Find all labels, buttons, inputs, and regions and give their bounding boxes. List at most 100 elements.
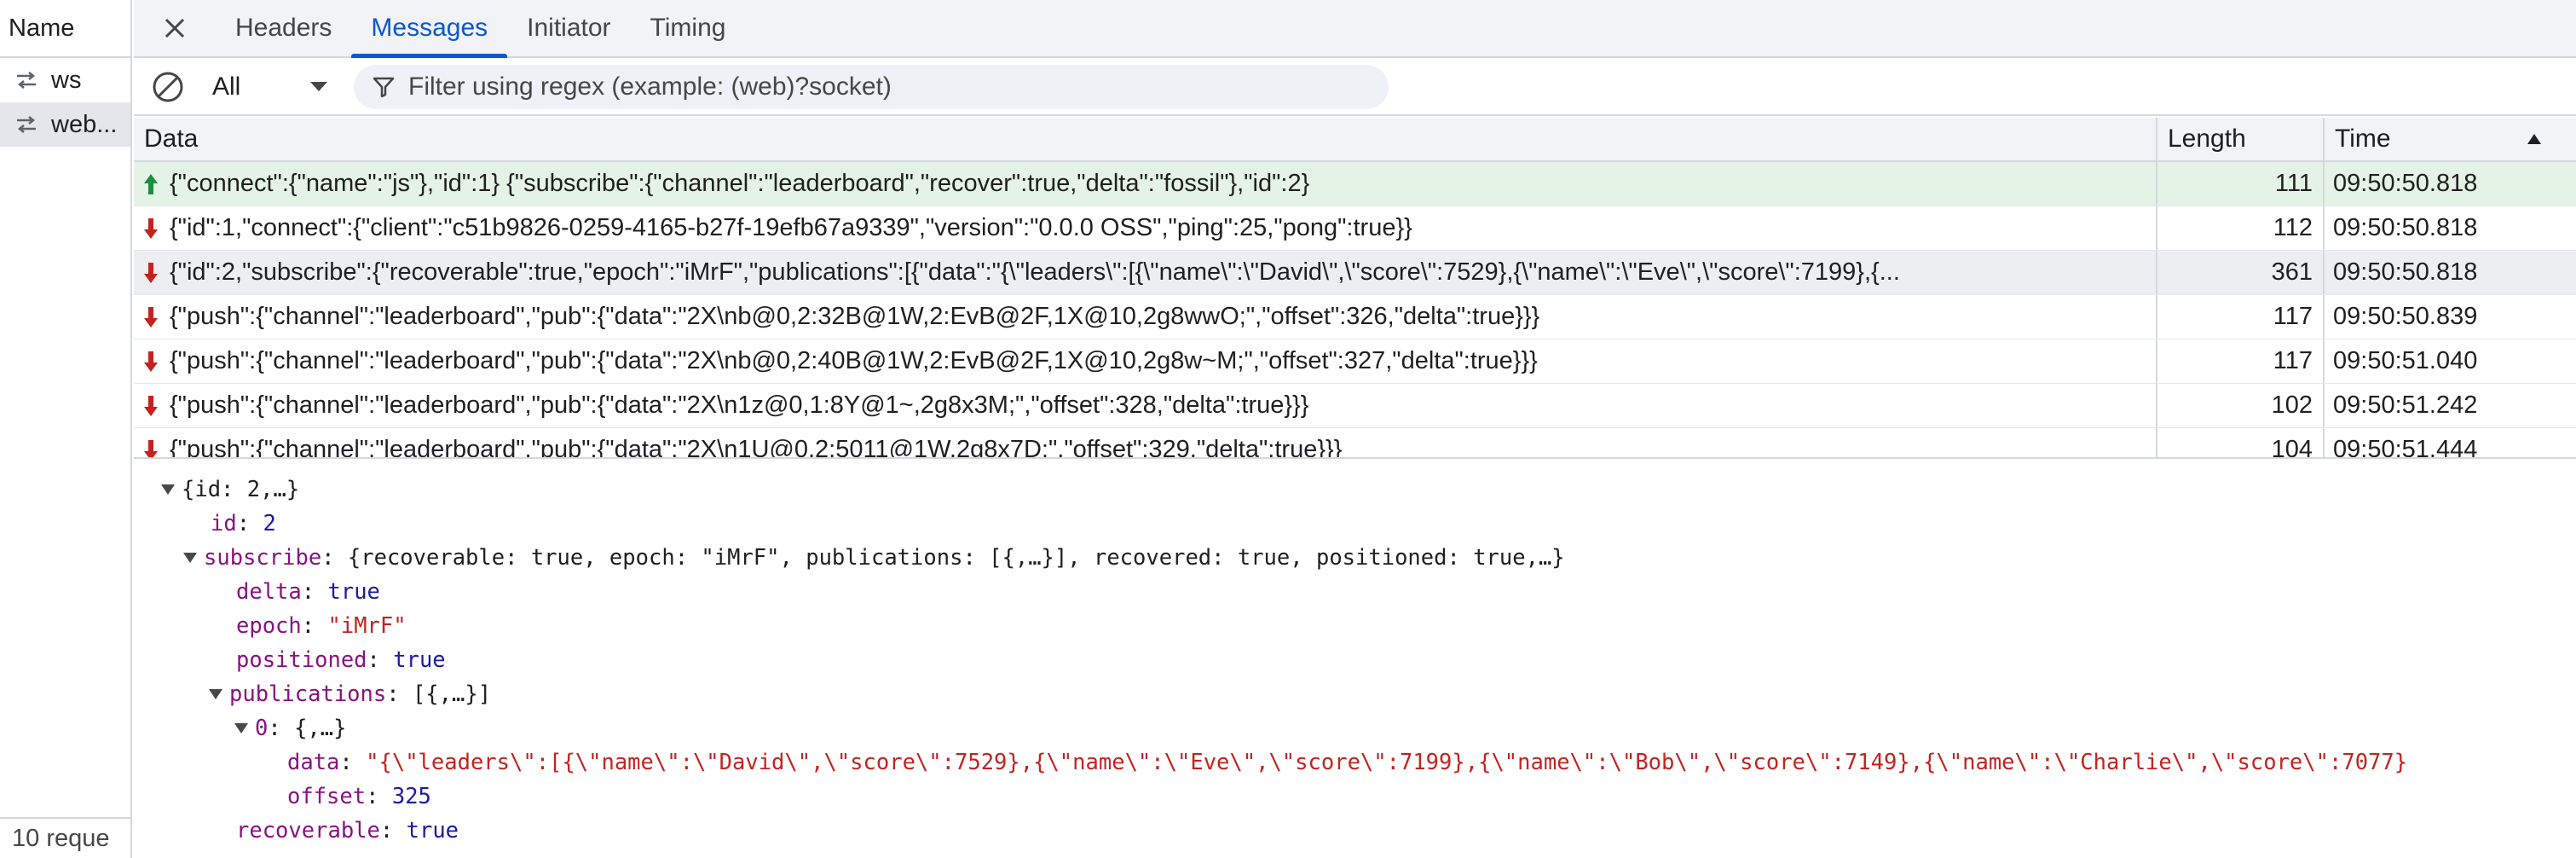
tree-node-data[interactable]: data: "{\"leaders\":[{\"name\":\"David\"… [287, 745, 2407, 780]
column-header-data[interactable]: Data [134, 118, 2157, 160]
table-body: {"connect":{"name":"js"},"id":1} {"subsc… [134, 162, 2576, 459]
tree-value: "iMrF" [327, 613, 407, 639]
tree-key: id [211, 511, 237, 536]
tab-initiator[interactable]: Initiator [507, 0, 630, 56]
expand-triangle-icon [161, 484, 175, 495]
message-data-cell: {"push":{"channel":"leaderboard","pub":{… [134, 384, 2157, 427]
message-length-cell: 117 [2157, 339, 2325, 383]
request-item-ws[interactable]: ws [0, 58, 130, 102]
tree-node-recoverable[interactable]: recoverable: true [236, 814, 459, 848]
tree-node-subscribe[interactable]: subscribe: {recoverable: true, epoch: "i… [183, 541, 1565, 575]
request-item-label: ws [51, 66, 82, 94]
message-length-cell: 112 [2157, 206, 2325, 250]
sort-ascending-icon [2527, 134, 2541, 144]
tree-root-preview: {id: 2,…} [182, 477, 300, 502]
message-length-cell: 117 [2157, 295, 2325, 339]
expand-triangle-icon [183, 553, 197, 563]
request-item-label: web... [51, 110, 118, 138]
message-data-cell: {"id":2,"subscribe":{"recoverable":true,… [134, 251, 2157, 294]
message-data-cell: {"push":{"channel":"leaderboard","pub":{… [134, 339, 2157, 383]
table-row[interactable]: {"push":{"channel":"leaderboard","pub":{… [134, 339, 2576, 384]
sent-arrow-icon [144, 173, 158, 194]
tree-key: positioned [236, 647, 367, 673]
tab-timing[interactable]: Timing [631, 0, 746, 56]
column-header-length[interactable]: Length [2157, 118, 2325, 160]
expand-triangle-icon [234, 723, 248, 733]
tree-value: 2 [263, 511, 276, 536]
message-length-cell: 104 [2157, 428, 2325, 457]
message-time-cell: 09:50:50.818 [2333, 258, 2478, 286]
table-header: Data Length Time [134, 118, 2576, 162]
dropdown-caret-icon [310, 82, 327, 91]
message-data-text: {"id":1,"connect":{"client":"c51b9826-02… [170, 214, 1412, 241]
received-arrow-icon [144, 262, 158, 283]
clear-icon [153, 72, 183, 102]
received-arrow-icon [144, 351, 158, 372]
tree-node-root[interactable]: {id: 2,…} [161, 472, 299, 507]
close-icon [165, 18, 185, 38]
clear-messages-button[interactable] [134, 70, 202, 104]
message-data-text: {"push":{"channel":"leaderboard","pub":{… [170, 436, 1343, 459]
tree-node-offset[interactable]: offset: 325 [287, 780, 431, 814]
websocket-icon [17, 72, 36, 89]
received-arrow-icon [144, 439, 158, 457]
table-row[interactable]: {"connect":{"name":"js"},"id":1} {"subsc… [134, 162, 2576, 206]
filter-regex-input[interactable] [408, 72, 1380, 101]
message-data-text: {"push":{"channel":"leaderboard","pub":{… [170, 303, 1540, 330]
table-row[interactable]: {"push":{"channel":"leaderboard","pub":{… [134, 295, 2576, 339]
tree-preview: {,…} [294, 716, 347, 741]
tree-node-delta[interactable]: delta: true [236, 575, 380, 609]
tree-key: publications [229, 681, 387, 707]
tree-key: 0 [255, 716, 269, 741]
message-data-text: {"id":2,"subscribe":{"recoverable":true,… [170, 258, 1900, 286]
message-type-select[interactable]: All [202, 66, 338, 108]
message-type-value: All [212, 72, 241, 101]
received-arrow-icon [144, 395, 158, 416]
message-data-cell: {"push":{"channel":"leaderboard","pub":{… [134, 295, 2157, 339]
message-length-cell: 361 [2157, 251, 2325, 294]
message-time-cell: 09:50:50.818 [2333, 214, 2478, 241]
tree-node-publications[interactable]: publications: [{,…}] [209, 677, 491, 711]
table-row[interactable]: {"push":{"channel":"leaderboard","pub":{… [134, 384, 2576, 428]
expand-triangle-icon [209, 689, 222, 699]
tree-node-publication-0[interactable]: 0: {,…} [234, 711, 347, 745]
close-detail-button[interactable] [134, 0, 216, 56]
request-item-websocket[interactable]: web... [0, 102, 130, 147]
tree-preview: {recoverable: true, epoch: "iMrF", publi… [347, 545, 1565, 571]
tree-value: 325 [391, 784, 431, 809]
message-time-cell: 09:50:50.818 [2333, 170, 2478, 197]
name-column-header[interactable]: Name [0, 0, 130, 58]
message-data-cell: {"push":{"channel":"leaderboard","pub":{… [134, 428, 2157, 459]
tree-key: epoch [236, 613, 302, 639]
message-time-cell: 09:50:51.040 [2333, 347, 2478, 374]
filter-icon [373, 77, 395, 98]
tree-value: true [406, 818, 459, 844]
table-row[interactable]: {"push":{"channel":"leaderboard","pub":{… [134, 428, 2576, 459]
message-data-text: {"push":{"channel":"leaderboard","pub":{… [170, 347, 1538, 374]
tab-messages[interactable]: Messages [351, 0, 507, 58]
tree-value: "{\"leaders\":[{\"name\":\"David\",\"sco… [366, 750, 2408, 775]
tree-key: offset [287, 784, 367, 809]
column-header-time[interactable]: Time [2325, 118, 2576, 160]
tree-node-epoch[interactable]: epoch: "iMrF" [236, 609, 407, 643]
table-row[interactable]: {"id":1,"connect":{"client":"c51b9826-02… [134, 206, 2576, 251]
tree-value: true [393, 647, 446, 673]
detail-tab-bar: Headers Messages Initiator Timing [134, 0, 2576, 58]
tree-key: delta [236, 579, 302, 605]
websocket-icon [17, 116, 36, 133]
message-length-cell: 111 [2157, 162, 2325, 206]
message-filter-bar: All [134, 60, 2576, 116]
messages-table: Data Length Time {"connect":{"name":"js"… [134, 118, 2576, 459]
message-data-cell: {"id":1,"connect":{"client":"c51b9826-02… [134, 206, 2157, 250]
filter-box[interactable] [354, 65, 1389, 109]
message-data-text: {"connect":{"name":"js"},"id":1} {"subsc… [170, 170, 1310, 197]
table-row[interactable]: {"id":2,"subscribe":{"recoverable":true,… [134, 251, 2576, 295]
tree-key: data [287, 750, 340, 775]
tree-preview: [{,…}] [412, 681, 492, 707]
tab-headers[interactable]: Headers [216, 0, 351, 56]
message-data-text: {"push":{"channel":"leaderboard","pub":{… [170, 391, 1309, 419]
tree-key: subscribe [204, 545, 322, 571]
tree-node-id[interactable]: id: 2 [211, 507, 276, 541]
tree-node-positioned[interactable]: positioned: true [236, 643, 446, 677]
tree-key: recoverable [236, 818, 380, 844]
